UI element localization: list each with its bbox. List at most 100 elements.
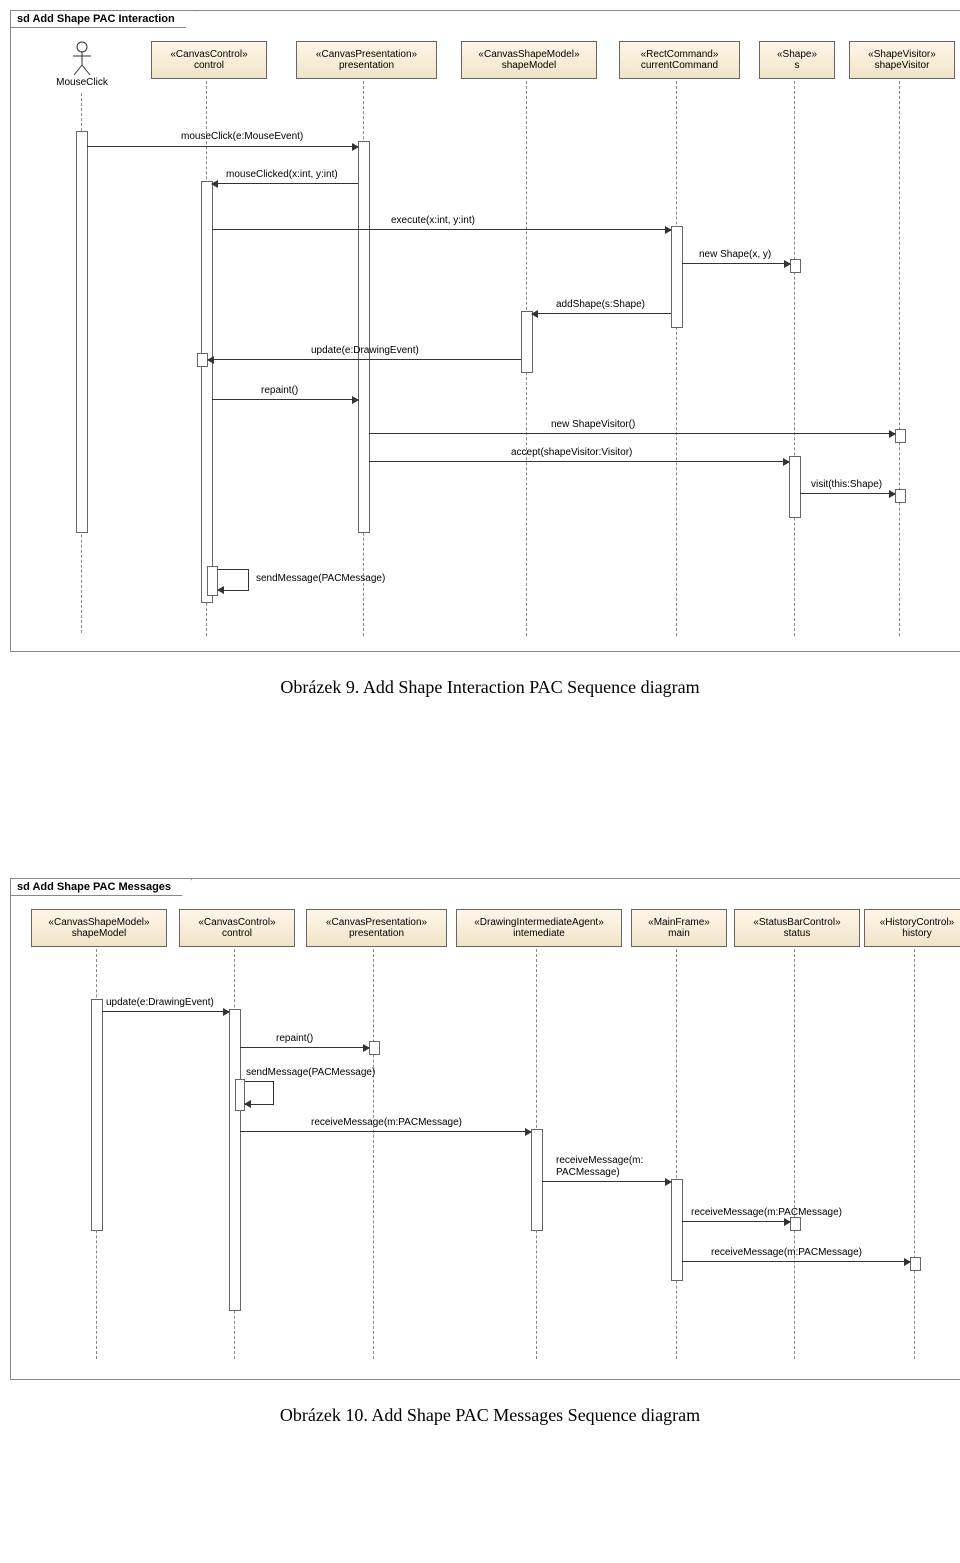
msg-label: new Shape(x, y) xyxy=(699,249,771,260)
lifeline-status: «StatusBarControl» status xyxy=(734,909,860,947)
msg-label: mouseClicked(x:int, y:int) xyxy=(226,169,338,180)
lifeline-control: «CanvasControl» control xyxy=(179,909,295,947)
msg-arrow xyxy=(682,1261,910,1262)
msg-arrow xyxy=(800,493,895,494)
activation xyxy=(789,456,801,518)
lifeline-name: control xyxy=(154,60,264,71)
msg-arrow xyxy=(212,183,358,184)
msg-arrow xyxy=(240,1131,531,1132)
msg-arrow xyxy=(682,1221,790,1222)
frame-title-1: sd Add Shape PAC Interaction xyxy=(11,11,196,28)
msg-arrow xyxy=(212,399,358,400)
spacer xyxy=(10,758,960,878)
lifeline-shapemodel: «CanvasShapeModel» shapeModel xyxy=(461,41,597,79)
msg-label: addShape(s:Shape) xyxy=(556,299,645,310)
lifeline-stereo: «CanvasPresentation» xyxy=(299,49,434,60)
actor-label: MouseClick xyxy=(47,77,117,88)
msg-arrow xyxy=(87,146,358,147)
msg-arrow xyxy=(682,263,790,264)
msg-label: receiveMessage(m:PACMessage) xyxy=(711,1247,862,1258)
lifeline-dash xyxy=(676,81,677,636)
lifeline-control: «CanvasControl» control xyxy=(151,41,267,79)
frame-title-2: sd Add Shape PAC Messages xyxy=(11,879,192,896)
msg-label: receiveMessage(m:PACMessage) xyxy=(691,1207,842,1218)
lifeline-dash xyxy=(914,949,915,1359)
lifeline-stereo: «CanvasPresentation» xyxy=(309,917,444,928)
msg-arrow xyxy=(240,1047,369,1048)
lifeline-name: control xyxy=(182,928,292,939)
lifeline-dash xyxy=(676,949,677,1359)
msg-arrow xyxy=(532,313,671,314)
lifeline-stereo: «CanvasShapeModel» xyxy=(464,49,594,60)
activation xyxy=(91,999,103,1231)
activation xyxy=(531,1129,543,1231)
lifeline-presentation: «CanvasPresentation» presentation xyxy=(306,909,447,947)
lifeline-currentcommand: «RectCommand» currentCommand xyxy=(619,41,740,79)
msg-label: sendMessage(PACMessage) xyxy=(256,573,385,584)
lifeline-name: shapeModel xyxy=(34,928,164,939)
msg-label: visit(this:Shape) xyxy=(811,479,882,490)
activation xyxy=(910,1257,921,1271)
lifeline-stereo: «Shape» xyxy=(762,49,832,60)
lifeline-stereo: «CanvasShapeModel» xyxy=(34,917,164,928)
activation xyxy=(358,141,370,533)
msg-label: update(e:DrawingEvent) xyxy=(106,997,214,1008)
lifeline-stereo: «ShapeVisitor» xyxy=(852,49,952,60)
msg-label: repaint() xyxy=(261,385,298,396)
lifeline-name: currentCommand xyxy=(622,60,737,71)
lifeline-stereo: «MainFrame» xyxy=(634,917,724,928)
lifeline-dash xyxy=(794,949,795,1359)
activation xyxy=(790,259,801,273)
msg-label: receiveMessage(m:PACMessage) xyxy=(311,1117,462,1128)
diagram-2-frame: sd Add Shape PAC Messages «CanvasShapeMo… xyxy=(10,878,960,1380)
msg-arrow xyxy=(102,1011,229,1012)
lifeline-name: shapeModel xyxy=(464,60,594,71)
lifeline-intermediate: «DrawingIntermediateAgent» intemediate xyxy=(456,909,622,947)
msg-self-call xyxy=(218,569,249,591)
lifeline-name: presentation xyxy=(299,60,434,71)
msg-arrow xyxy=(212,229,671,230)
activation xyxy=(895,489,906,503)
msg-arrow xyxy=(369,461,789,462)
activation xyxy=(369,1041,380,1055)
lifeline-stereo: «HistoryControl» xyxy=(867,917,960,928)
activation xyxy=(671,1179,683,1281)
lifeline-stereo: «CanvasControl» xyxy=(182,917,292,928)
msg-arrow xyxy=(369,433,895,434)
activation xyxy=(201,181,213,603)
msg-label: PACMessage) xyxy=(556,1167,620,1178)
msg-label: mouseClick(e:MouseEvent) xyxy=(181,131,303,142)
msg-label: repaint() xyxy=(276,1033,313,1044)
lifeline-history: «HistoryControl» history xyxy=(864,909,960,947)
msg-label: sendMessage(PACMessage) xyxy=(246,1067,375,1078)
lifeline-name: intemediate xyxy=(459,928,619,939)
actor-icon xyxy=(70,41,94,77)
lifeline-dash xyxy=(794,81,795,636)
lifeline-name: main xyxy=(634,928,724,939)
msg-label: accept(shapeVisitor:Visitor) xyxy=(511,447,632,458)
msg-label: receiveMessage(m: xyxy=(556,1155,643,1166)
lifeline-shapemodel: «CanvasShapeModel» shapeModel xyxy=(31,909,167,947)
msg-arrow xyxy=(208,359,521,360)
lifeline-dash xyxy=(373,949,374,1359)
activation xyxy=(76,131,88,533)
lifeline-stereo: «RectCommand» xyxy=(622,49,737,60)
caption-2: Obrázek 10. Add Shape PAC Messages Seque… xyxy=(10,1405,960,1426)
lifeline-stereo: «DrawingIntermediateAgent» xyxy=(459,917,619,928)
activation xyxy=(229,1009,241,1311)
lifeline-name: shapeVisitor xyxy=(852,60,952,71)
actor-mouseclick: MouseClick xyxy=(47,41,117,88)
lifeline-stereo: «CanvasControl» xyxy=(154,49,264,60)
lifeline-name: history xyxy=(867,928,960,939)
activation xyxy=(521,311,533,373)
lifeline-dash xyxy=(899,81,900,636)
msg-label: execute(x:int, y:int) xyxy=(391,215,475,226)
diagram-1-frame: sd Add Shape PAC Interaction MouseClick … xyxy=(10,10,960,652)
activation xyxy=(895,429,906,443)
caption-1: Obrázek 9. Add Shape Interaction PAC Seq… xyxy=(10,677,960,698)
msg-label: update(e:DrawingEvent) xyxy=(311,345,419,356)
lifeline-s: «Shape» s xyxy=(759,41,835,79)
lifeline-stereo: «StatusBarControl» xyxy=(737,917,857,928)
activation xyxy=(671,226,683,328)
msg-arrow xyxy=(542,1181,671,1182)
